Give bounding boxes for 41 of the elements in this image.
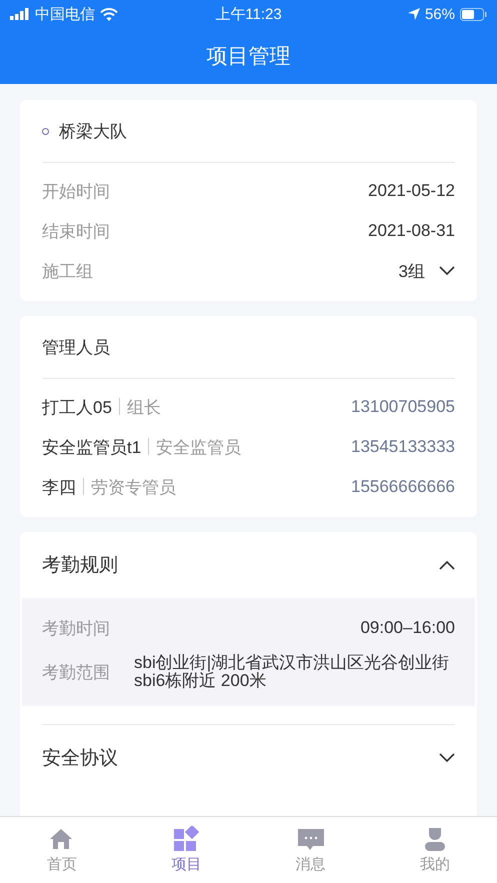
person-name: 李四 [42,478,76,496]
person-role: 组长 [126,398,161,416]
detail-value: 09:00–16:00 [360,619,455,637]
signal-icon [10,8,30,20]
field-label: 施工组 [42,260,93,282]
location-arrow-icon [408,8,420,20]
wifi-icon [100,8,118,20]
grid-icon [172,826,200,852]
field-label: 开始时间 [42,180,110,202]
phone-number[interactable]: 15566666666 [350,477,455,497]
tab-item[interactable]: 项目 [124,817,248,883]
project-name: 桥梁大队 [59,120,127,142]
field-label: 结束时间 [42,220,110,242]
chat-bubble-icon [296,826,325,852]
tab-item[interactable]: 首页 [0,817,124,883]
phone-number[interactable]: 13100705905 [350,397,455,417]
detail-label: 考勤时间 [42,618,110,640]
section-title: 管理人员 [42,336,110,358]
person-role: 安全监管员 [156,438,242,456]
battery-percent: 56% [424,6,455,22]
phone-number[interactable]: 13545133333 [350,437,455,457]
battery-icon [460,8,487,20]
clock-time: 上午11:23 [215,4,282,24]
page-title: 项目管理 [206,44,290,70]
field-value: 2021-08-31 [368,221,455,241]
chevron-up-icon [439,560,455,570]
person-role: 劳资专管员 [91,478,176,496]
person-name: 安全监管员t1 [42,438,142,456]
detail-value: sbi创业街|湖北省武汉市洪山区光谷创业街sbi6栋附近 200米 [134,654,450,690]
detail-label: 考勤范围 [42,662,110,684]
bullet-icon [42,128,49,134]
group-dropdown[interactable]: 3组 [398,260,425,282]
field-value: 2021-05-12 [368,181,455,201]
section-title[interactable]: 考勤规则 [42,552,118,578]
carrier-name: 中国电信 [35,4,95,24]
section-title[interactable]: 安全协议 [42,745,118,771]
chevron-down-icon [439,266,455,276]
chevron-down-icon [439,753,455,763]
tab-item[interactable]: 我的 [372,817,497,883]
tab-item[interactable]: 消息 [248,817,373,883]
person-name: 打工人05 [42,398,112,416]
